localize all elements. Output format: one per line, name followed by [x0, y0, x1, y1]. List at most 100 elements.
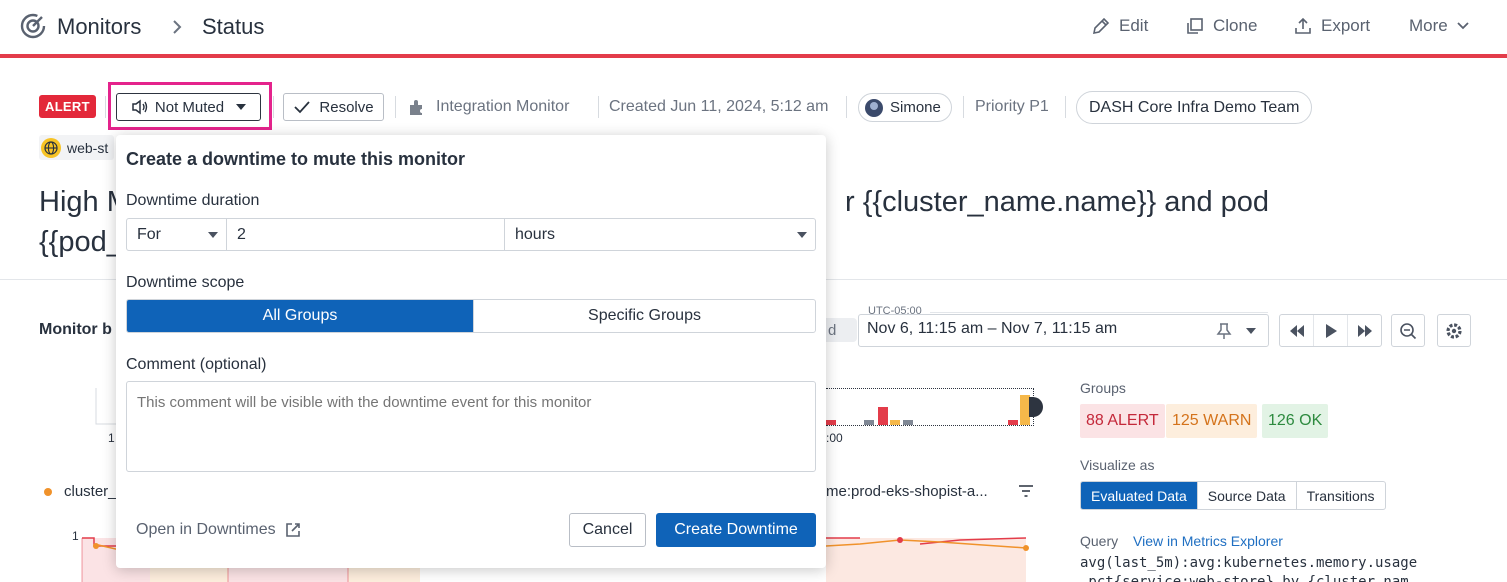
page-title: Status: [202, 14, 265, 39]
creator-name: Simone: [890, 99, 941, 116]
creator-chip[interactable]: Simone: [858, 93, 952, 122]
mute-dropdown-button[interactable]: Not Muted: [116, 93, 261, 121]
mute-button-label: Not Muted: [154, 98, 225, 116]
rewind-icon: [1289, 324, 1304, 337]
caret-down-icon: [208, 231, 218, 238]
export-label: Export: [1321, 16, 1371, 35]
settings-button[interactable]: [1437, 314, 1471, 347]
more-menu-button[interactable]: More: [1409, 16, 1470, 36]
cancel-button[interactable]: Cancel: [569, 513, 646, 547]
breadcrumb-chevron-icon: [173, 20, 182, 34]
mini-timeline-chart[interactable]: [826, 388, 1034, 426]
chevron-down-icon: [1457, 22, 1469, 30]
filter-icon[interactable]: [1018, 484, 1034, 498]
puzzle-icon: [410, 100, 422, 115]
caret-down-icon: [236, 104, 247, 110]
timezone-rule: [930, 312, 1268, 313]
time-range-value: Nov 6, 11:15 am – Nov 7, 11:15 am: [867, 320, 1118, 337]
query-text-line2: .pct{service:web-store} by {cluster_nam: [1080, 574, 1409, 582]
created-date: Created Jun 11, 2024, 5:12 am: [609, 98, 829, 115]
clone-icon: [1187, 18, 1203, 34]
scope-specific-groups[interactable]: Specific Groups: [473, 300, 815, 332]
open-in-downtimes-label: Open in Downtimes: [136, 521, 276, 538]
section-title: Monitor b: [39, 321, 112, 338]
speaker-icon: [132, 99, 148, 115]
series-dot: [44, 488, 52, 496]
play-icon: [1325, 323, 1337, 338]
divider: [963, 96, 964, 118]
duration-value: 2: [237, 225, 246, 243]
visualize-evaluated-data[interactable]: Evaluated Data: [1081, 482, 1198, 509]
duration-value-input[interactable]: 2: [227, 219, 505, 250]
export-button[interactable]: Export: [1293, 16, 1370, 36]
query-label: Query: [1080, 533, 1119, 549]
duration-mode-select[interactable]: For: [127, 219, 227, 250]
monitors-logo-icon: [20, 13, 46, 39]
fast-forward-icon: [1357, 324, 1372, 337]
zoom-out-icon: [1400, 322, 1417, 339]
fast-forward-button[interactable]: [1348, 315, 1381, 346]
alert-status-bar: [0, 54, 1507, 58]
gear-icon: [1446, 322, 1462, 339]
rewind-button[interactable]: [1280, 315, 1314, 346]
series-label: cluster_: [64, 483, 117, 500]
breadcrumb-monitors[interactable]: Monitors: [57, 14, 141, 40]
pin-icon[interactable]: [1216, 322, 1232, 340]
edit-label: Edit: [1119, 16, 1149, 35]
visualize-label: Visualize as: [1080, 457, 1155, 473]
duration-label: Downtime duration: [126, 192, 260, 209]
monitor-type: Integration Monitor: [436, 98, 570, 115]
divider: [846, 96, 847, 118]
axis-value-label: 1: [72, 530, 79, 543]
duration-unit-select[interactable]: hours: [505, 219, 815, 250]
monitor-title-end: r {{cluster_name.name}} and pod: [845, 186, 1270, 218]
status-badge: ALERT: [39, 95, 96, 118]
open-in-downtimes-link[interactable]: Open in Downtimes: [136, 521, 302, 539]
caret-down-icon[interactable]: [1246, 328, 1256, 334]
comment-textarea[interactable]: [126, 381, 816, 472]
external-link-icon: [285, 523, 300, 537]
checkmark-icon: [294, 101, 311, 114]
comment-label: Comment (optional): [126, 356, 267, 373]
mini-chart-time-label: :00: [826, 431, 843, 445]
groups-ok-count[interactable]: 126 OK: [1262, 404, 1329, 438]
resolve-button[interactable]: Resolve: [283, 93, 384, 121]
resolve-label: Resolve: [319, 98, 374, 116]
caret-down-icon: [797, 231, 807, 238]
zoom-out-button[interactable]: [1391, 314, 1425, 347]
metrics-explorer-link[interactable]: View in Metrics Explorer: [1133, 533, 1283, 549]
groups-alert-count[interactable]: 88 ALERT: [1080, 404, 1165, 438]
duration-unit-value: hours: [515, 225, 556, 243]
groups-label: Groups: [1080, 380, 1126, 396]
divider: [273, 96, 274, 118]
timeline-handle[interactable]: [1029, 397, 1043, 417]
create-downtime-button[interactable]: Create Downtime: [656, 513, 816, 547]
playback-controls: [1279, 314, 1382, 347]
export-icon: [1295, 17, 1311, 34]
service-tag-label: web-st: [67, 139, 109, 156]
duration-row: For 2 hours: [126, 218, 816, 251]
query-text: avg(last_5m):avg:kubernetes.memory.usage: [1080, 555, 1418, 571]
scope-toggle: All Groups Specific Groups: [126, 299, 816, 333]
scope-all-groups[interactable]: All Groups: [127, 300, 473, 332]
pencil-icon: [1092, 17, 1110, 35]
left-axis-fragment: 1: [108, 431, 115, 445]
clone-button[interactable]: Clone: [1185, 16, 1257, 36]
service-tag-chip[interactable]: web-st: [39, 135, 115, 160]
divider: [395, 96, 396, 118]
groups-warn-count[interactable]: 125 WARN: [1166, 404, 1258, 438]
avatar: [865, 98, 883, 117]
divider: [105, 96, 106, 118]
team-chip[interactable]: DASH Core Infra Demo Team: [1076, 91, 1313, 124]
divider: [1065, 96, 1066, 118]
duration-mode-value: For: [137, 225, 161, 243]
visualize-transitions[interactable]: Transitions: [1297, 482, 1385, 509]
edit-button[interactable]: Edit: [1091, 16, 1148, 36]
play-button[interactable]: [1314, 315, 1348, 346]
visualize-source-data[interactable]: Source Data: [1198, 482, 1297, 509]
top-bar: Monitors Status Edit Clone Export More: [0, 0, 1507, 54]
globe-icon: [41, 137, 61, 158]
time-preset-pill[interactable]: d: [826, 318, 857, 342]
priority-label: Priority P1: [975, 98, 1049, 115]
downtime-popover: Create a downtime to mute this monitor D…: [116, 135, 826, 568]
